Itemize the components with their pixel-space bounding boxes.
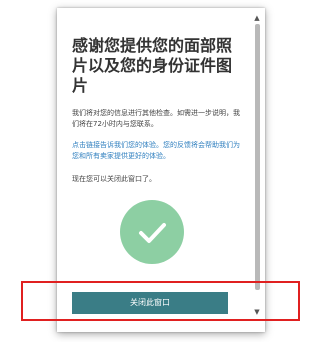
close-window-button[interactable]: 关闭此窗口	[72, 292, 228, 314]
close-hint-paragraph: 现在您可以关闭此窗口了。	[72, 175, 156, 183]
feedback-link[interactable]: 点击链接告诉我们您的体验。您的反馈将会帮助我们为您和所有卖家提供更好的体验。	[72, 140, 242, 162]
scroll-down-arrow-icon[interactable]: ▼	[253, 308, 261, 316]
screenshot-stage: 感谢您提供您的面部照片以及您的身份证件图片 我们将对您的信息进行其他检查。如需进…	[0, 0, 325, 342]
dialog-title: 感谢您提供您的面部照片以及您的身份证件图片	[72, 36, 233, 95]
scroll-up-arrow-icon[interactable]: ▲	[253, 14, 261, 22]
confirmation-dialog: 感谢您提供您的面部照片以及您的身份证件图片 我们将对您的信息进行其他检查。如需进…	[57, 8, 265, 332]
scrollbar-thumb[interactable]	[255, 24, 260, 290]
check-circle-icon	[120, 200, 184, 264]
info-paragraph: 我们将对您的信息进行其他检查。如需进一步说明，我们将在72小时内与您联系。	[72, 109, 240, 128]
vertical-scrollbar[interactable]: ▲ ▼	[251, 8, 263, 332]
dialog-content: 感谢您提供您的面部照片以及您的身份证件图片 我们将对您的信息进行其他检查。如需进…	[72, 36, 242, 185]
